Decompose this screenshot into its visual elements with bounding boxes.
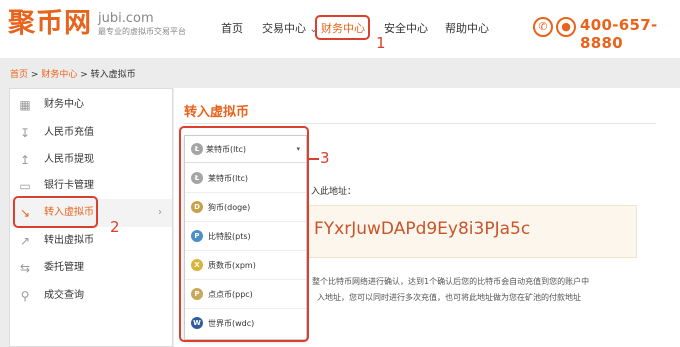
sidebar-item-label: 财务中心 <box>44 99 84 110</box>
card-icon: ▭ <box>19 179 31 193</box>
sidebar-item-rmb-withdraw[interactable]: ↥ 人民币提现 <box>10 146 172 174</box>
sidebar-item-label: 人民币提现 <box>44 154 94 165</box>
logo-slogan: 最专业的虚拟币交易平台 <box>98 27 186 36</box>
swap-icon: ⇆ <box>19 261 31 275</box>
logo-name: 聚币网 <box>8 8 92 39</box>
deposit-address[interactable]: FYxrJuwDAPd9Ey8i3PJa5c <box>314 219 530 239</box>
finance-icon: ▦ <box>19 98 31 112</box>
upload-icon: ↥ <box>19 153 31 167</box>
nav-security[interactable]: 安全中心 <box>384 18 428 40</box>
note-confirmation: 整个比特币网络进行确认，达到1个确认后您的比特币会自动充值到您的账户中 <box>312 277 590 286</box>
breadcrumb-home[interactable]: 首页 <box>10 70 28 80</box>
annotation-number-1: 1 <box>376 34 386 52</box>
sidebar-item-orders[interactable]: ⇆ 委托管理 <box>10 254 172 282</box>
annotation-box-3 <box>179 126 309 342</box>
search-icon: ⚲ <box>20 289 30 303</box>
sidebar-item-finance[interactable]: ▦ 财务中心 <box>10 91 172 119</box>
export-icon: ↗ <box>19 234 31 248</box>
sidebar-item-rmb-deposit[interactable]: ↧ 人民币充值 <box>10 119 172 147</box>
page-title: 转入虚拟币 <box>184 105 250 120</box>
annotation-connector-3 <box>309 158 319 160</box>
annotation-number-3: 3 <box>320 149 330 167</box>
breadcrumb-finance[interactable]: 财务中心 <box>41 70 77 80</box>
sidebar-item-label: 成交查询 <box>44 290 84 301</box>
page: 聚币网 jubi.com 最专业的虚拟币交易平台 首页 交易中心 ⌄ 财务中心 … <box>0 0 680 347</box>
download-icon: ↧ <box>19 126 31 140</box>
logo[interactable]: 聚币网 jubi.com 最专业的虚拟币交易平台 <box>8 8 186 40</box>
sidebar-item-label: 委托管理 <box>44 262 84 273</box>
header: 聚币网 jubi.com 最专业的虚拟币交易平台 首页 交易中心 ⌄ 财务中心 … <box>0 0 680 58</box>
logo-text: jubi.com 最专业的虚拟币交易平台 <box>98 12 186 38</box>
sidebar-item-label: 转出虚拟币 <box>44 235 94 246</box>
hotline-number: 400-657-8880 <box>580 16 658 52</box>
nav-trade[interactable]: 交易中心 ⌄ <box>262 18 318 40</box>
logo-domain: jubi.com <box>98 11 154 26</box>
breadcrumb-separator: > <box>80 70 88 80</box>
nav-trade-label: 交易中心 <box>262 22 306 35</box>
breadcrumb-current: 转入虚拟币 <box>90 70 136 80</box>
annotation-box-1 <box>315 15 370 40</box>
breadcrumb-separator: > <box>30 70 39 80</box>
address-label: 入此地址： <box>311 187 357 197</box>
address-box: FYxrJuwDAPd9Ey8i3PJa5c <box>307 205 637 258</box>
note-multiple-deposits: 入地址，您可以同时进行多次充值，也可将此地址做为您在矿池的付款地址 <box>317 293 581 302</box>
annotation-number-2: 2 <box>110 218 120 236</box>
sidebar-item-export-coin[interactable]: ↗ 转出虚拟币 <box>10 227 172 255</box>
support-icon: ● <box>556 17 576 37</box>
annotation-box-2 <box>13 196 98 228</box>
title-divider <box>184 123 656 124</box>
nav-home[interactable]: 首页 <box>221 18 243 40</box>
chevron-right-icon: › <box>158 207 162 218</box>
sidebar-item-label: 人民币充值 <box>44 127 94 138</box>
nav-help[interactable]: 帮助中心 <box>445 18 489 40</box>
phone-icon: ✆ <box>533 17 553 37</box>
sidebar-item-trades[interactable]: ⚲ 成交查询 <box>10 282 172 310</box>
breadcrumb: 首页 > 财务中心 > 转入虚拟币 <box>10 67 136 80</box>
